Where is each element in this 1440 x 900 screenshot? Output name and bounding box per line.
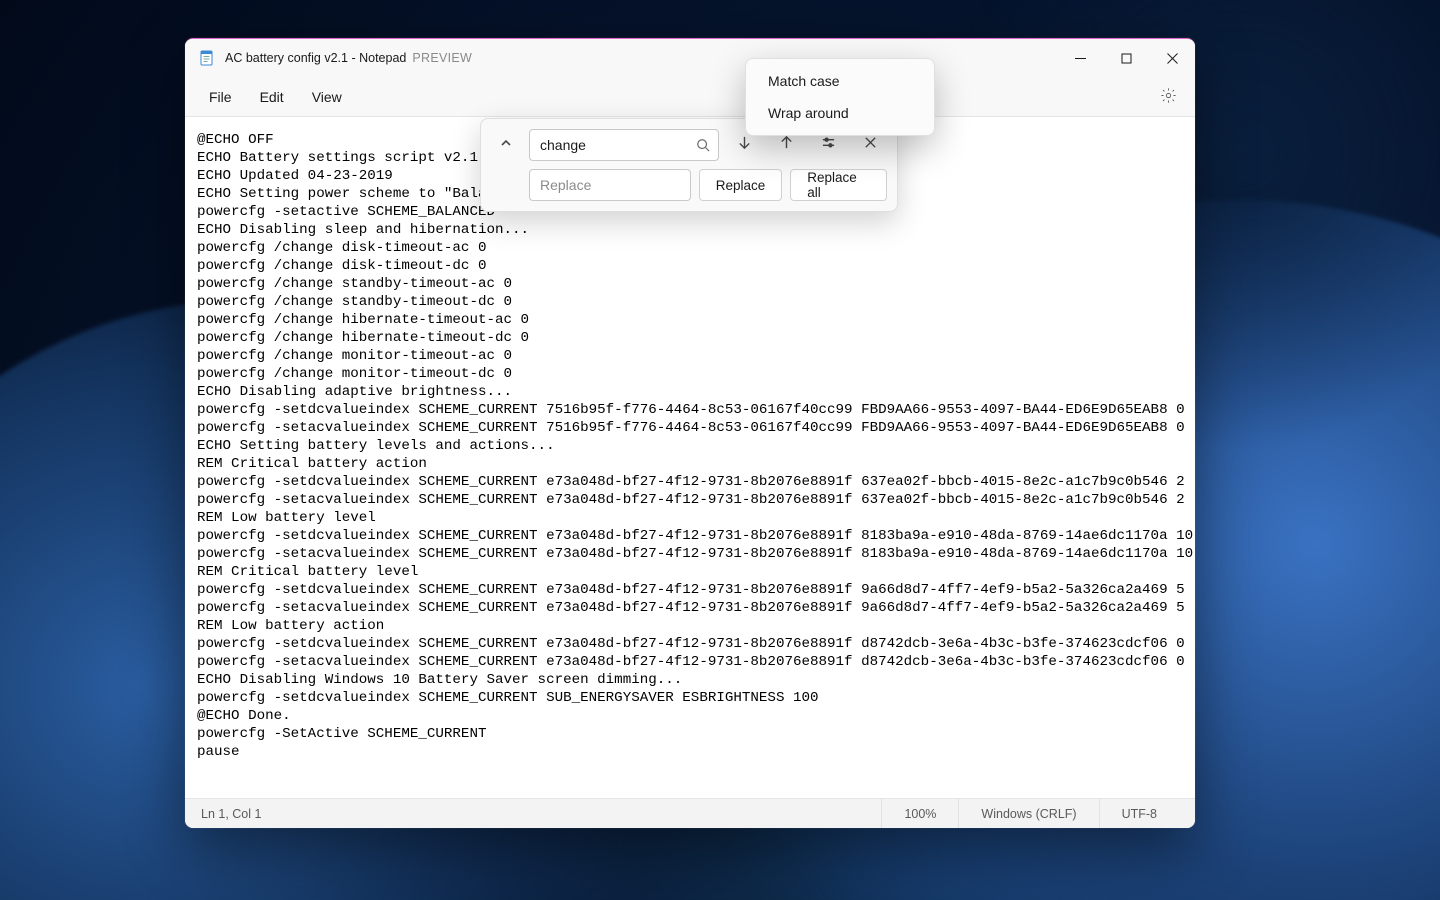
find-input-wrap [529, 129, 719, 161]
option-wrap-around[interactable]: Wrap around [746, 97, 934, 129]
text-editor[interactable]: @ECHO OFF ECHO Battery settings script v… [185, 117, 1195, 798]
maximize-button[interactable] [1103, 39, 1149, 77]
window-title: AC battery config v2.1 - Notepad [225, 51, 406, 65]
settings-button[interactable] [1151, 80, 1185, 114]
statusbar: Ln 1, Col 1 100% Windows (CRLF) UTF-8 [185, 798, 1195, 828]
status-zoom[interactable]: 100% [881, 799, 958, 828]
collapse-replace-toggle[interactable] [491, 129, 521, 161]
menu-edit[interactable]: Edit [246, 83, 298, 111]
notepad-app-icon [199, 50, 215, 66]
minimize-button[interactable] [1057, 39, 1103, 77]
menu-view[interactable]: View [298, 83, 356, 111]
chevron-up-icon [500, 136, 512, 154]
sliders-icon [821, 135, 836, 155]
replace-button[interactable]: Replace [699, 169, 783, 201]
replace-input[interactable] [530, 170, 690, 200]
status-encoding: UTF-8 [1099, 799, 1179, 828]
search-icon [696, 138, 710, 152]
menubar: File Edit View [185, 77, 1195, 117]
close-icon [863, 135, 878, 155]
status-line-ending: Windows (CRLF) [958, 799, 1098, 828]
find-options-flyout: Match case Wrap around [745, 58, 935, 136]
arrow-down-icon [737, 135, 752, 155]
titlebar[interactable]: AC battery config v2.1 - Notepad PREVIEW [185, 39, 1195, 77]
arrow-up-icon [779, 135, 794, 155]
replace-input-wrap [529, 169, 691, 201]
option-match-case[interactable]: Match case [746, 65, 934, 97]
gear-icon [1160, 87, 1177, 107]
find-input[interactable] [530, 130, 718, 160]
close-button[interactable] [1149, 39, 1195, 77]
status-cursor-position: Ln 1, Col 1 [201, 799, 283, 828]
replace-all-button[interactable]: Replace all [790, 169, 887, 201]
menu-file[interactable]: File [195, 83, 246, 111]
window-controls [1057, 39, 1195, 77]
preview-tag: PREVIEW [412, 51, 472, 65]
